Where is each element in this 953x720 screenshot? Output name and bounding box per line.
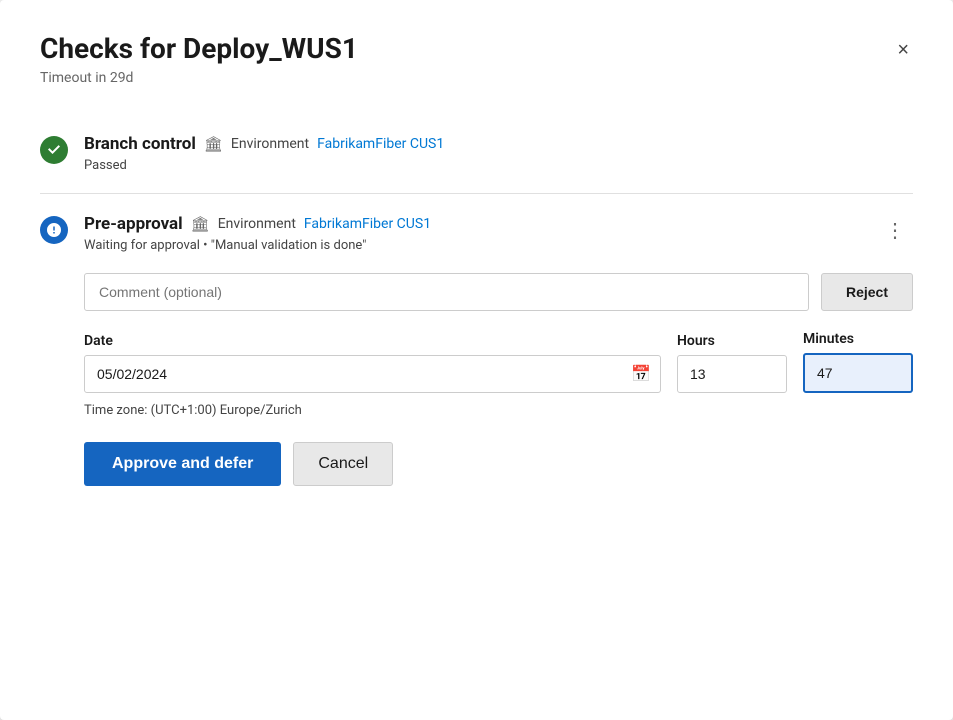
pending-icon — [40, 216, 68, 244]
close-button[interactable]: × — [893, 36, 913, 64]
pre-approval-status: Waiting for approval • "Manual validatio… — [84, 238, 861, 253]
more-options-button[interactable]: ⋮ — [877, 214, 913, 246]
pre-approval-section: Pre-approval 🏛 Environment FabrikamFiber… — [40, 194, 913, 506]
date-input[interactable] — [84, 355, 661, 393]
modal-header: Checks for Deploy_WUS1 Timeout in 29d × — [40, 32, 913, 86]
minutes-field-group: Minutes — [803, 331, 913, 393]
reject-button[interactable]: Reject — [821, 273, 913, 311]
datetime-row: Date 📅 Hours Minutes — [84, 331, 913, 393]
pre-approval-name: Pre-approval — [84, 214, 183, 234]
environment-link[interactable]: FabrikamFiber CUS1 — [317, 136, 444, 152]
pre-approval-env-icon: 🏛 — [191, 215, 210, 233]
timezone-text: Time zone: (UTC+1:00) Europe/Zurich — [84, 403, 913, 418]
branch-control-section: Branch control 🏛 Environment FabrikamFib… — [40, 114, 913, 193]
checks-modal: Checks for Deploy_WUS1 Timeout in 29d × … — [0, 0, 953, 720]
passed-icon — [40, 136, 68, 164]
environment-icon: 🏛 — [204, 135, 223, 153]
action-row: Approve and defer Cancel — [84, 442, 913, 486]
approval-form: Reject Date 📅 Hours Minutes — [40, 273, 913, 486]
comment-row: Reject — [84, 273, 913, 311]
minutes-input[interactable] — [803, 353, 913, 393]
comment-input[interactable] — [84, 273, 809, 311]
modal-title: Checks for Deploy_WUS1 — [40, 32, 358, 66]
check-title-row: Branch control 🏛 Environment FabrikamFib… — [84, 134, 913, 154]
modal-title-group: Checks for Deploy_WUS1 Timeout in 29d — [40, 32, 358, 86]
approve-defer-button[interactable]: Approve and defer — [84, 442, 281, 486]
hours-field-group: Hours — [677, 333, 787, 393]
check-status: Passed — [84, 158, 913, 173]
hours-input[interactable] — [677, 355, 787, 393]
env-label: Environment — [231, 136, 309, 152]
pre-approval-header: Pre-approval 🏛 Environment FabrikamFiber… — [40, 214, 913, 253]
date-label: Date — [84, 333, 661, 349]
cancel-button[interactable]: Cancel — [293, 442, 393, 486]
modal-subtitle: Timeout in 29d — [40, 70, 358, 86]
minutes-label: Minutes — [803, 331, 913, 347]
pre-approval-body: Pre-approval 🏛 Environment FabrikamFiber… — [84, 214, 861, 253]
pre-approval-env-label: Environment — [218, 216, 296, 232]
date-input-wrapper: 📅 — [84, 355, 661, 393]
hours-label: Hours — [677, 333, 787, 349]
date-field-group: Date 📅 — [84, 333, 661, 393]
check-name: Branch control — [84, 134, 196, 154]
pre-approval-title-row: Pre-approval 🏛 Environment FabrikamFiber… — [84, 214, 861, 234]
check-header: Branch control 🏛 Environment FabrikamFib… — [40, 134, 913, 173]
branch-control-body: Branch control 🏛 Environment FabrikamFib… — [84, 134, 913, 173]
pre-approval-environment-link[interactable]: FabrikamFiber CUS1 — [304, 216, 431, 232]
